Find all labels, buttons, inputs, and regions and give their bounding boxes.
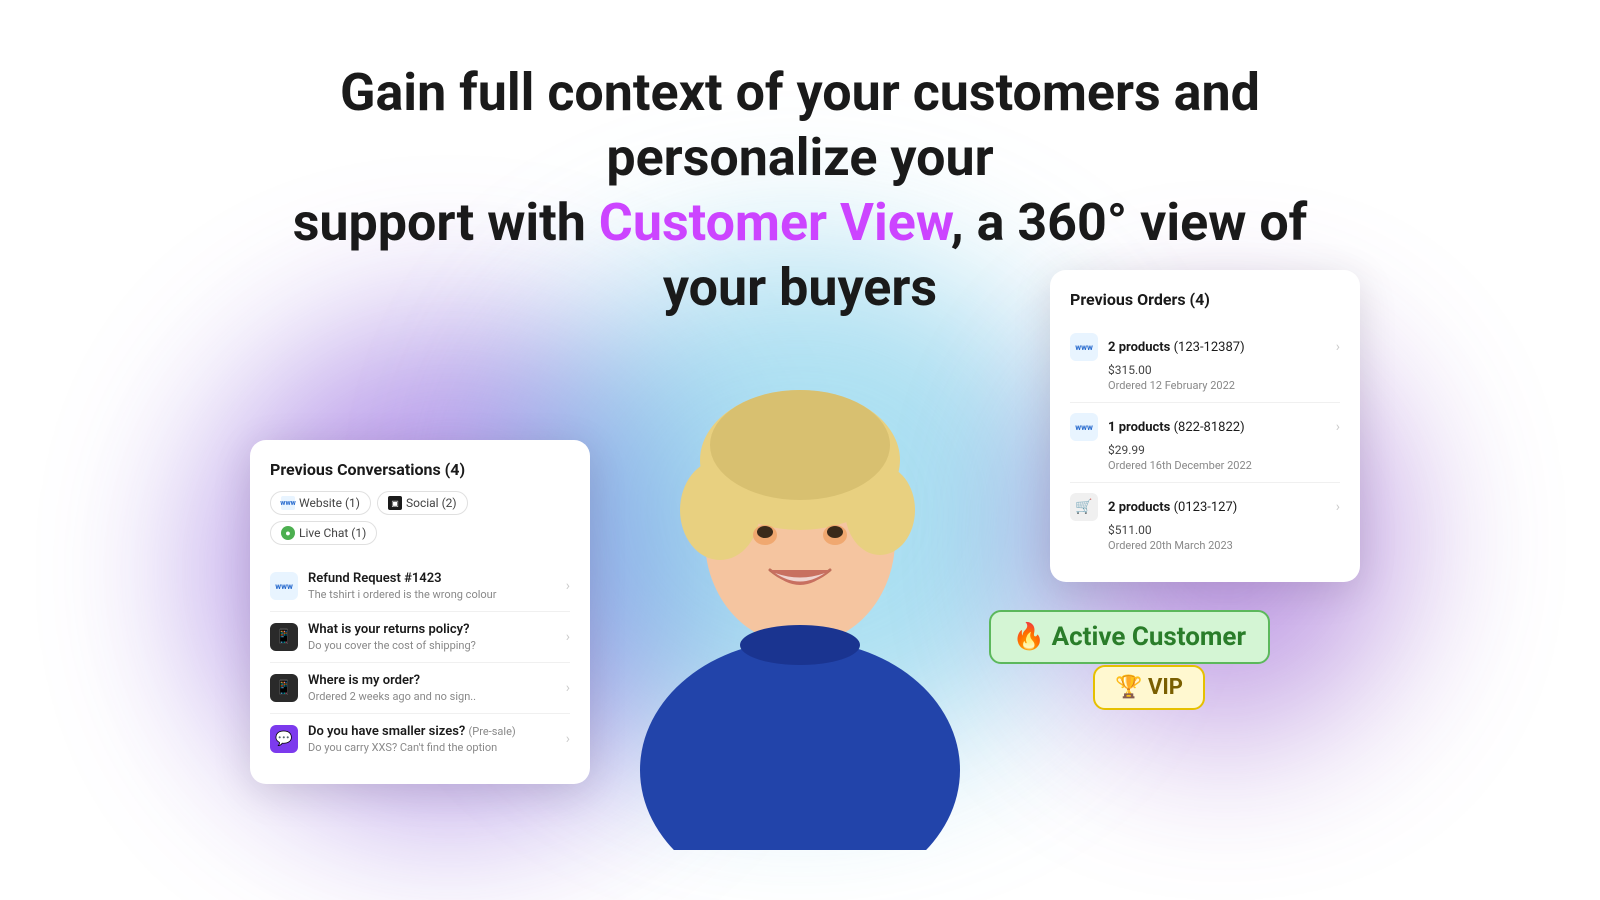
order-item-2-date: Ordered 16th December 2022 bbox=[1108, 459, 1340, 472]
headline-highlight: Customer View bbox=[599, 192, 951, 253]
conversations-tabs: www Website (1) ▣ Social (2) ● Live Chat… bbox=[270, 491, 570, 545]
livechat-icon: ● bbox=[281, 526, 295, 540]
conversations-card: Previous Conversations (4) www Website (… bbox=[250, 440, 590, 784]
order-item-2-title: 1 products (822-81822) bbox=[1108, 420, 1336, 435]
order-chevron-2: › bbox=[1336, 419, 1340, 435]
cards-area: Previous Conversations (4) www Website (… bbox=[200, 240, 1400, 860]
conv-item-3-text: Where is my order? Ordered 2 weeks ago a… bbox=[308, 673, 560, 703]
vip-badge: 🏆 VIP bbox=[1093, 665, 1205, 710]
order-item-3[interactable]: 🛒 2 products (0123-127) › $511.00 Ordere… bbox=[1070, 483, 1340, 562]
headline-line1: Gain full context of your customers and … bbox=[250, 60, 1350, 190]
social-icon: ▣ bbox=[388, 496, 402, 510]
tab-website[interactable]: www Website (1) bbox=[270, 491, 371, 515]
order-item-3-title: 2 products (0123-127) bbox=[1108, 500, 1336, 515]
active-customer-label: Active Customer bbox=[1052, 622, 1246, 652]
order-item-2-header: www 1 products (822-81822) › bbox=[1070, 413, 1340, 441]
conv-item-2-text: What is your returns policy? Do you cove… bbox=[308, 622, 560, 652]
conv-item-2[interactable]: 📱 What is your returns policy? Do you co… bbox=[270, 612, 570, 663]
conv-item-4-subtitle: Do you carry XXS? Can't find the option bbox=[308, 741, 560, 754]
order-icon-www-1: www bbox=[1070, 333, 1098, 361]
order-chevron-3: › bbox=[1336, 499, 1340, 515]
tab-social[interactable]: ▣ Social (2) bbox=[377, 491, 468, 515]
order-item-3-date: Ordered 20th March 2023 bbox=[1108, 539, 1340, 552]
headline: Gain full context of your customers and … bbox=[250, 60, 1350, 320]
vip-emoji: 🏆 bbox=[1115, 675, 1142, 700]
conv-item-4-title: Do you have smaller sizes? (Pre-sale) bbox=[308, 724, 560, 739]
conv-item-4-text: Do you have smaller sizes? (Pre-sale) Do… bbox=[308, 724, 560, 754]
order-item-2-price: $29.99 bbox=[1108, 443, 1340, 457]
order-icon-cart: 🛒 bbox=[1070, 493, 1098, 521]
tab-website-label: Website (1) bbox=[299, 496, 360, 510]
tab-livechat[interactable]: ● Live Chat (1) bbox=[270, 521, 377, 545]
conversations-card-title: Previous Conversations (4) bbox=[270, 460, 570, 479]
conv-icon-purple: 💬 bbox=[270, 725, 298, 753]
order-item-1-title: 2 products (123-12387) bbox=[1108, 340, 1336, 355]
order-item-1-price: $315.00 bbox=[1108, 363, 1340, 377]
conv-item-1-title: Refund Request #1423 bbox=[308, 571, 560, 586]
tab-livechat-label: Live Chat (1) bbox=[299, 526, 366, 540]
order-item-3-price: $511.00 bbox=[1108, 523, 1340, 537]
order-item-1-header: www 2 products (123-12387) › bbox=[1070, 333, 1340, 361]
conv-item-2-subtitle: Do you cover the cost of shipping? bbox=[308, 639, 560, 652]
order-item-2[interactable]: www 1 products (822-81822) › $29.99 Orde… bbox=[1070, 403, 1340, 483]
active-customer-emoji: 🔥 bbox=[1013, 622, 1045, 652]
conv-item-2-title: What is your returns policy? bbox=[308, 622, 560, 637]
order-item-3-header: 🛒 2 products (0123-127) › bbox=[1070, 493, 1340, 521]
conv-chevron-3: › bbox=[566, 680, 570, 696]
conv-item-3-subtitle: Ordered 2 weeks ago and no sign.. bbox=[308, 690, 560, 703]
conv-chevron-2: › bbox=[566, 629, 570, 645]
tab-social-label: Social (2) bbox=[406, 496, 457, 510]
conv-item-1-subtitle: The tshirt i ordered is the wrong colour bbox=[308, 588, 560, 601]
conv-icon-phone-2: 📱 bbox=[270, 674, 298, 702]
active-customer-badge: 🔥 Active Customer bbox=[989, 610, 1270, 664]
order-chevron-1: › bbox=[1336, 339, 1340, 355]
conv-item-4[interactable]: 💬 Do you have smaller sizes? (Pre-sale) … bbox=[270, 714, 570, 764]
conv-item-1-text: Refund Request #1423 The tshirt i ordere… bbox=[308, 571, 560, 601]
conv-item-3-title: Where is my order? bbox=[308, 673, 560, 688]
page-container: Gain full context of your customers and … bbox=[0, 0, 1600, 900]
conv-icon-phone-1: 📱 bbox=[270, 623, 298, 651]
conv-chevron-1: › bbox=[566, 578, 570, 594]
headline-line2: support with Customer View, a 360° view … bbox=[250, 190, 1350, 320]
order-icon-www-2: www bbox=[1070, 413, 1098, 441]
conv-chevron-4: › bbox=[566, 731, 570, 747]
order-item-1-date: Ordered 12 February 2022 bbox=[1108, 379, 1340, 392]
conv-icon-www: www bbox=[270, 572, 298, 600]
conv-item-3[interactable]: 📱 Where is my order? Ordered 2 weeks ago… bbox=[270, 663, 570, 714]
vip-label: VIP bbox=[1148, 675, 1183, 700]
order-item-1[interactable]: www 2 products (123-12387) › $315.00 Ord… bbox=[1070, 323, 1340, 403]
conv-item-1[interactable]: www Refund Request #1423 The tshirt i or… bbox=[270, 561, 570, 612]
www-icon: www bbox=[281, 496, 295, 510]
